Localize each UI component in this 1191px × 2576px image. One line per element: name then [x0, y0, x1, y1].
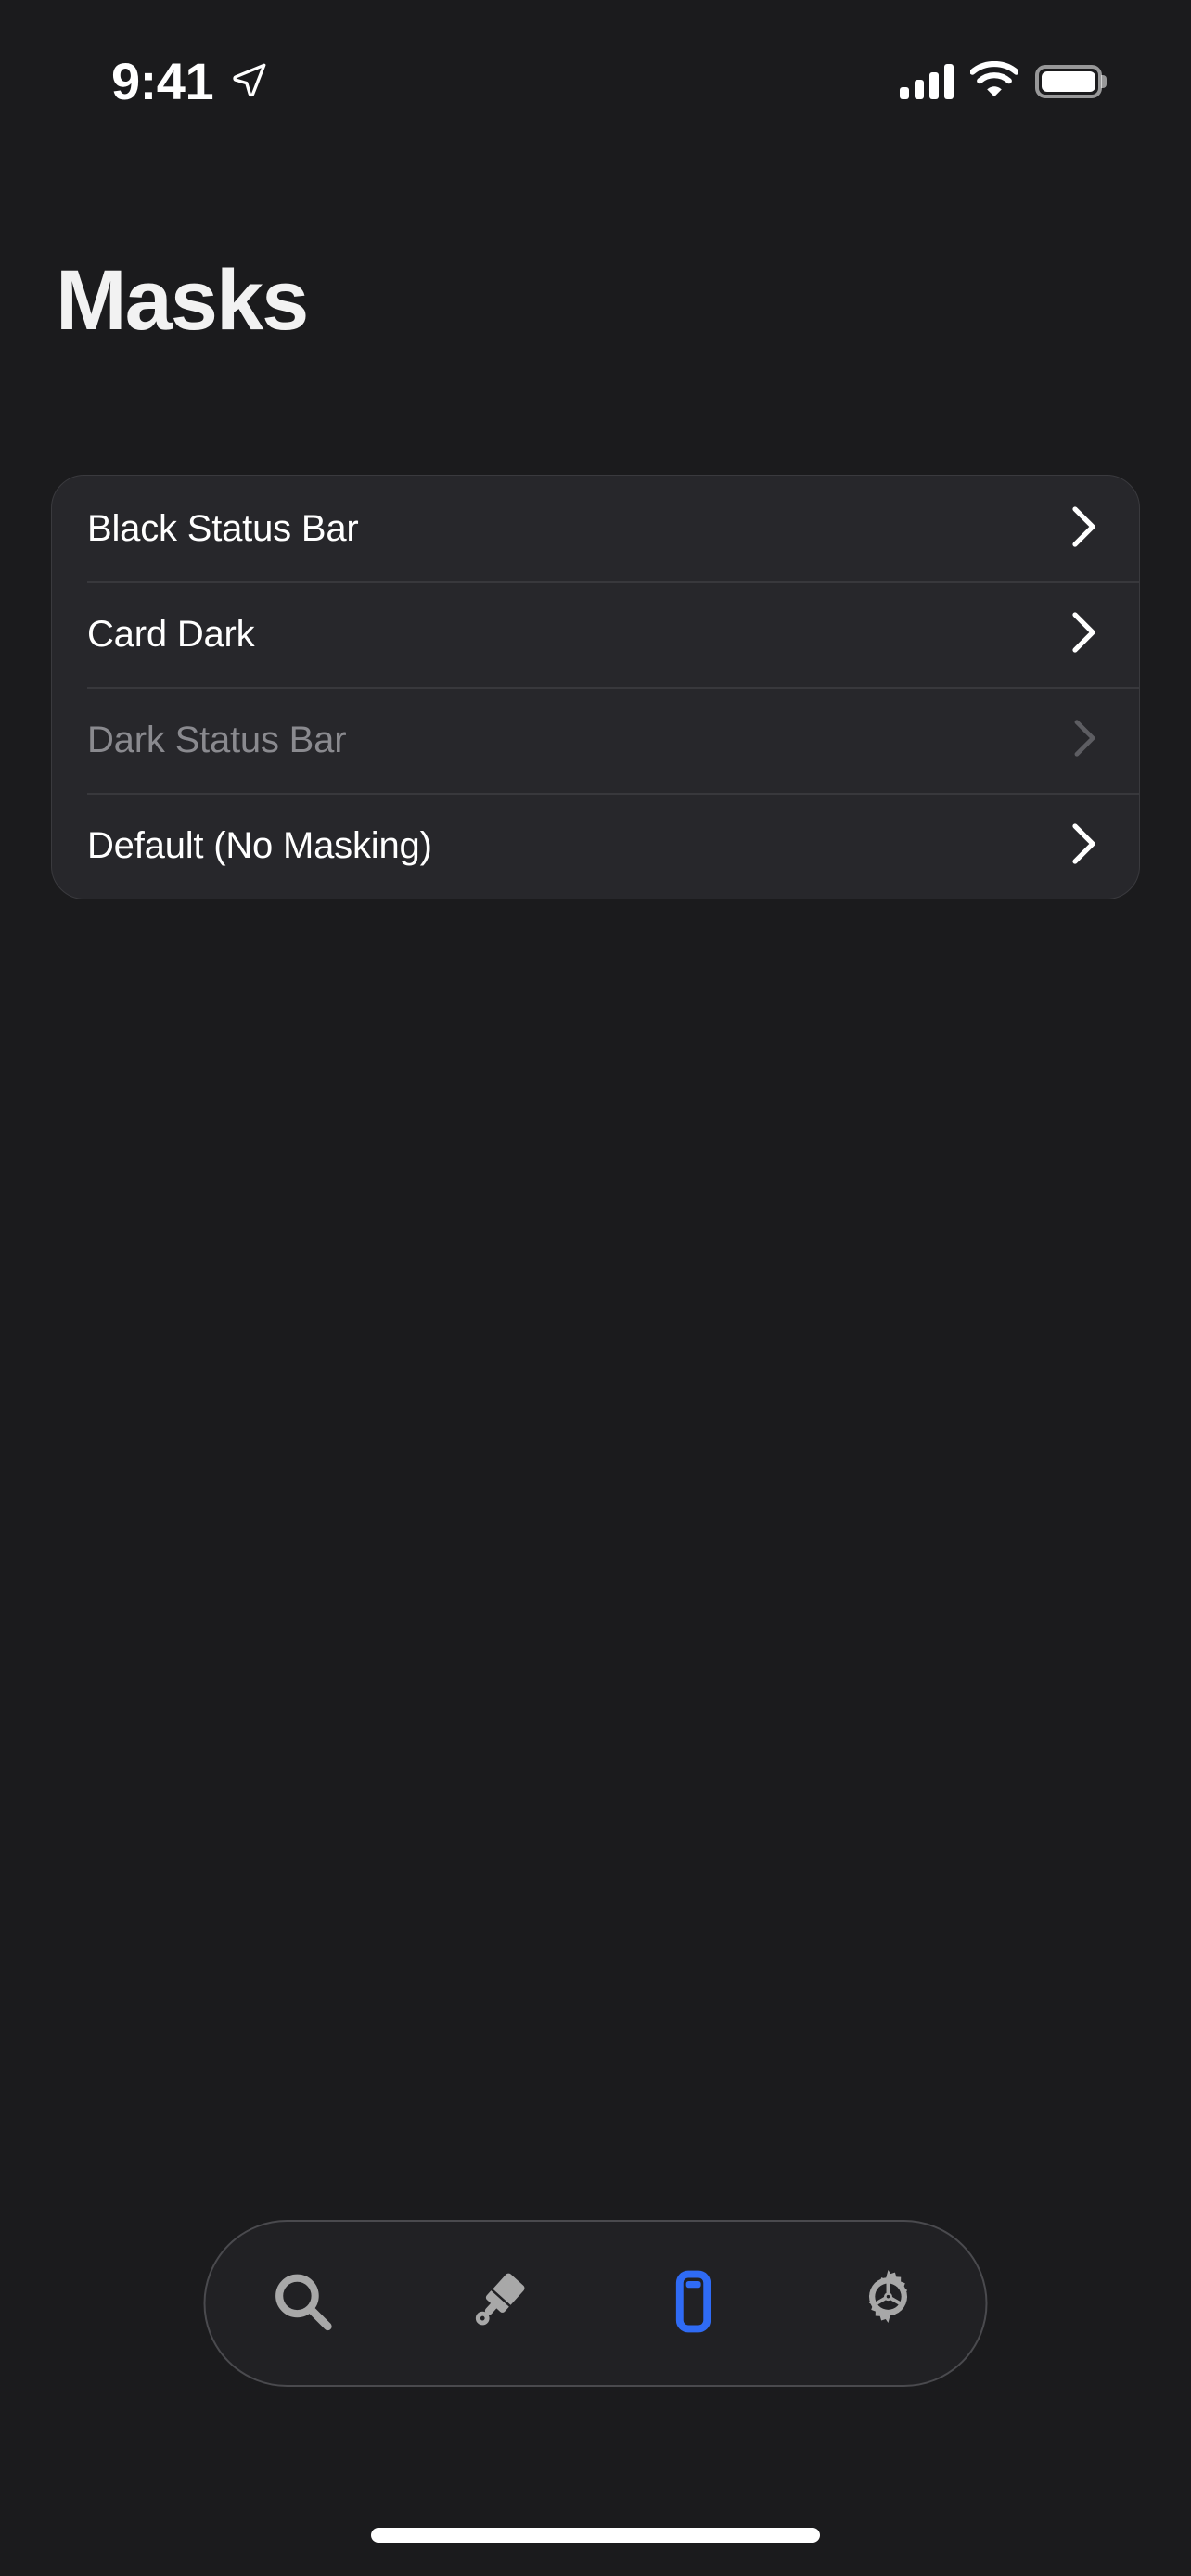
list-item-default-no-masking[interactable]: Default (No Masking)	[52, 793, 1139, 899]
list-item-black-status-bar[interactable]: Black Status Bar	[52, 476, 1139, 581]
status-bar: 9:41	[0, 0, 1191, 148]
tab-search[interactable]	[234, 2234, 373, 2373]
tab-settings[interactable]	[818, 2234, 957, 2373]
wifi-icon	[969, 60, 1019, 103]
list-item-label: Default (No Masking)	[87, 824, 432, 866]
chevron-right-icon	[1072, 823, 1096, 869]
tab-masks[interactable]	[623, 2234, 762, 2373]
list-item-label: Dark Status Bar	[87, 719, 347, 760]
list-item-dark-status-bar[interactable]: Dark Status Bar	[52, 687, 1139, 793]
status-bar-right	[900, 60, 1107, 103]
gear-icon	[852, 2266, 923, 2341]
home-indicator	[371, 2528, 820, 2543]
page-title: Masks	[56, 253, 309, 348]
device-status-bar-icon	[658, 2266, 728, 2341]
search-icon	[268, 2266, 339, 2341]
location-arrow-icon	[230, 60, 269, 104]
tab-brush[interactable]	[429, 2234, 568, 2373]
status-bar-left: 9:41	[111, 56, 269, 108]
cellular-signal-icon	[900, 64, 954, 99]
paintbrush-icon	[463, 2266, 533, 2341]
chevron-right-icon	[1072, 611, 1096, 657]
battery-icon	[1035, 65, 1107, 98]
list-item-card-dark[interactable]: Card Dark	[52, 581, 1139, 687]
list-item-label: Black Status Bar	[87, 507, 359, 549]
list-item-label: Card Dark	[87, 613, 255, 655]
tab-bar	[203, 2220, 988, 2387]
chevron-right-icon	[1074, 719, 1096, 761]
chevron-right-icon	[1072, 505, 1096, 552]
masks-list-card: Black Status Bar Card Dark Dark Status B…	[51, 475, 1140, 899]
status-bar-clock: 9:41	[111, 52, 214, 110]
